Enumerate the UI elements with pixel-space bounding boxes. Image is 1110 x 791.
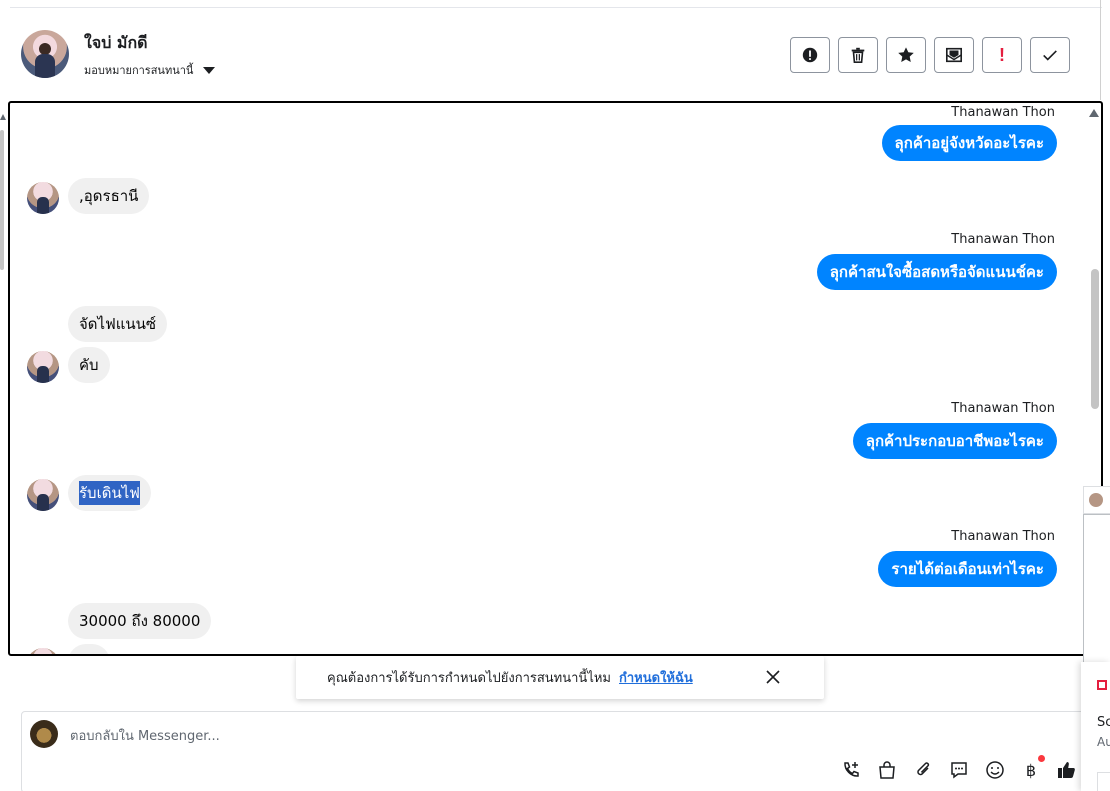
exclamation-circle-icon	[802, 47, 818, 63]
thumbs-up-icon	[1058, 762, 1075, 778]
sender-name: Thanawan Thon	[951, 401, 1055, 416]
outgoing-message[interactable]: ลุกค้าประกอบอาชีพอะไรคะ	[852, 423, 1057, 459]
mini-avatar	[1089, 493, 1103, 507]
payment-button[interactable]: ฿	[1020, 755, 1045, 781]
exclamation-icon: !	[999, 44, 1005, 65]
panel-divider	[1100, 0, 1101, 100]
shop-button[interactable]	[876, 759, 898, 781]
chat-head-card[interactable]	[1083, 486, 1110, 514]
follow-up-button[interactable]: !	[982, 37, 1022, 73]
assign-to-me-link[interactable]: กำหนดให้ฉัน	[619, 667, 693, 688]
sender-name: Thanawan Thon	[951, 232, 1055, 247]
incoming-message-partial[interactable]	[68, 644, 110, 654]
mark-done-button[interactable]	[1030, 37, 1070, 73]
contact-name[interactable]: ใจบ่ มักดี	[84, 31, 148, 56]
like-button[interactable]	[1056, 759, 1078, 781]
left-scrollbar-thumb[interactable]	[0, 130, 4, 270]
close-icon[interactable]	[764, 668, 782, 686]
mark-unread-button[interactable]	[934, 37, 974, 73]
dashed-square-icon	[1097, 680, 1107, 690]
caret-down-icon	[203, 66, 216, 74]
scrollbar-thumb[interactable]	[1091, 269, 1099, 409]
outgoing-message[interactable]: รายได้ต่อเดือนเท่าไรคะ	[878, 551, 1057, 587]
avatar-body-shape	[37, 197, 49, 214]
contact-avatar[interactable]	[21, 30, 69, 78]
incoming-message[interactable]: รับเดินไฟ	[68, 475, 151, 511]
assign-conversation-dropdown[interactable]: มอบหมายการสนทนานี้	[84, 61, 216, 79]
emoji-button[interactable]	[984, 759, 1006, 781]
side-panel-subtext: Au	[1097, 735, 1110, 749]
incoming-message[interactable]: จัดไฟแนนซ์	[68, 306, 168, 342]
envelope-icon	[945, 47, 963, 63]
sender-name: Thanawan Thon	[951, 105, 1055, 120]
side-panel-text: Sc	[1097, 715, 1110, 730]
notification-dot	[1038, 755, 1045, 762]
avatar-body-shape	[37, 494, 49, 511]
incoming-message[interactable]: ,อุดรธานี	[68, 178, 150, 214]
checkmark-icon	[1043, 50, 1057, 61]
selected-text[interactable]: รับเดินไฟ	[79, 481, 140, 505]
baht-icon: ฿	[1025, 760, 1037, 780]
side-panel-box[interactable]	[1097, 772, 1110, 791]
assign-label: มอบหมายการสนทนานี้	[84, 64, 194, 77]
star-button[interactable]	[886, 37, 926, 73]
top-divider	[10, 7, 1102, 8]
side-preview-box	[1083, 514, 1110, 664]
conversation-thread[interactable]: Thanawan Thon ลุกค้าอยู่จังหวัดอะไรคะ ,อ…	[8, 101, 1103, 656]
scroll-up-arrow[interactable]	[1089, 109, 1099, 117]
outgoing-message[interactable]: ลุกค้าอยู่จังหวัดอะไรคะ	[881, 125, 1057, 161]
assign-prompt-toast: คุณต้องการได้รับการกำหนดไปยังการสนทนานี้…	[296, 656, 824, 699]
paperclip-icon	[917, 762, 930, 776]
star-icon	[898, 47, 914, 63]
contact-message-avatar	[27, 479, 59, 511]
chat-bubble-icon	[951, 762, 967, 779]
conversation-toolbar: !	[790, 37, 1070, 73]
trash-icon	[851, 47, 865, 64]
call-add-icon	[844, 762, 859, 777]
sender-name: Thanawan Thon	[951, 529, 1055, 544]
left-scroll-arrow[interactable]	[0, 114, 6, 120]
avatar-body-shape	[37, 366, 49, 383]
delete-button[interactable]	[838, 37, 878, 73]
saved-replies-button[interactable]	[948, 759, 970, 781]
page-avatar	[30, 720, 58, 748]
outgoing-message[interactable]: ลุกค้าสนใจซื้อสดหรือจัดแนนช์คะ	[816, 254, 1057, 290]
reply-input[interactable]	[70, 726, 770, 746]
incoming-message[interactable]: คับ	[68, 347, 110, 383]
reply-composer: ฿	[21, 711, 1096, 791]
contact-message-avatar	[27, 351, 59, 383]
emoji-icon	[986, 761, 1004, 779]
call-add-button[interactable]	[840, 759, 862, 781]
composer-tools: ฿	[840, 755, 1078, 781]
avatar-body-shape	[35, 54, 55, 78]
incoming-message[interactable]: 30000 ถึง 80000	[68, 603, 212, 639]
assign-prompt-text: คุณต้องการได้รับการกำหนดไปยังการสนทนานี้…	[327, 671, 611, 686]
side-info-panel: Sc Au	[1081, 662, 1110, 791]
attach-button[interactable]	[912, 759, 934, 781]
contact-message-avatar	[27, 182, 59, 214]
shopping-bag-icon	[879, 761, 895, 779]
contact-message-avatar	[27, 648, 59, 654]
mark-spam-button[interactable]	[790, 37, 830, 73]
